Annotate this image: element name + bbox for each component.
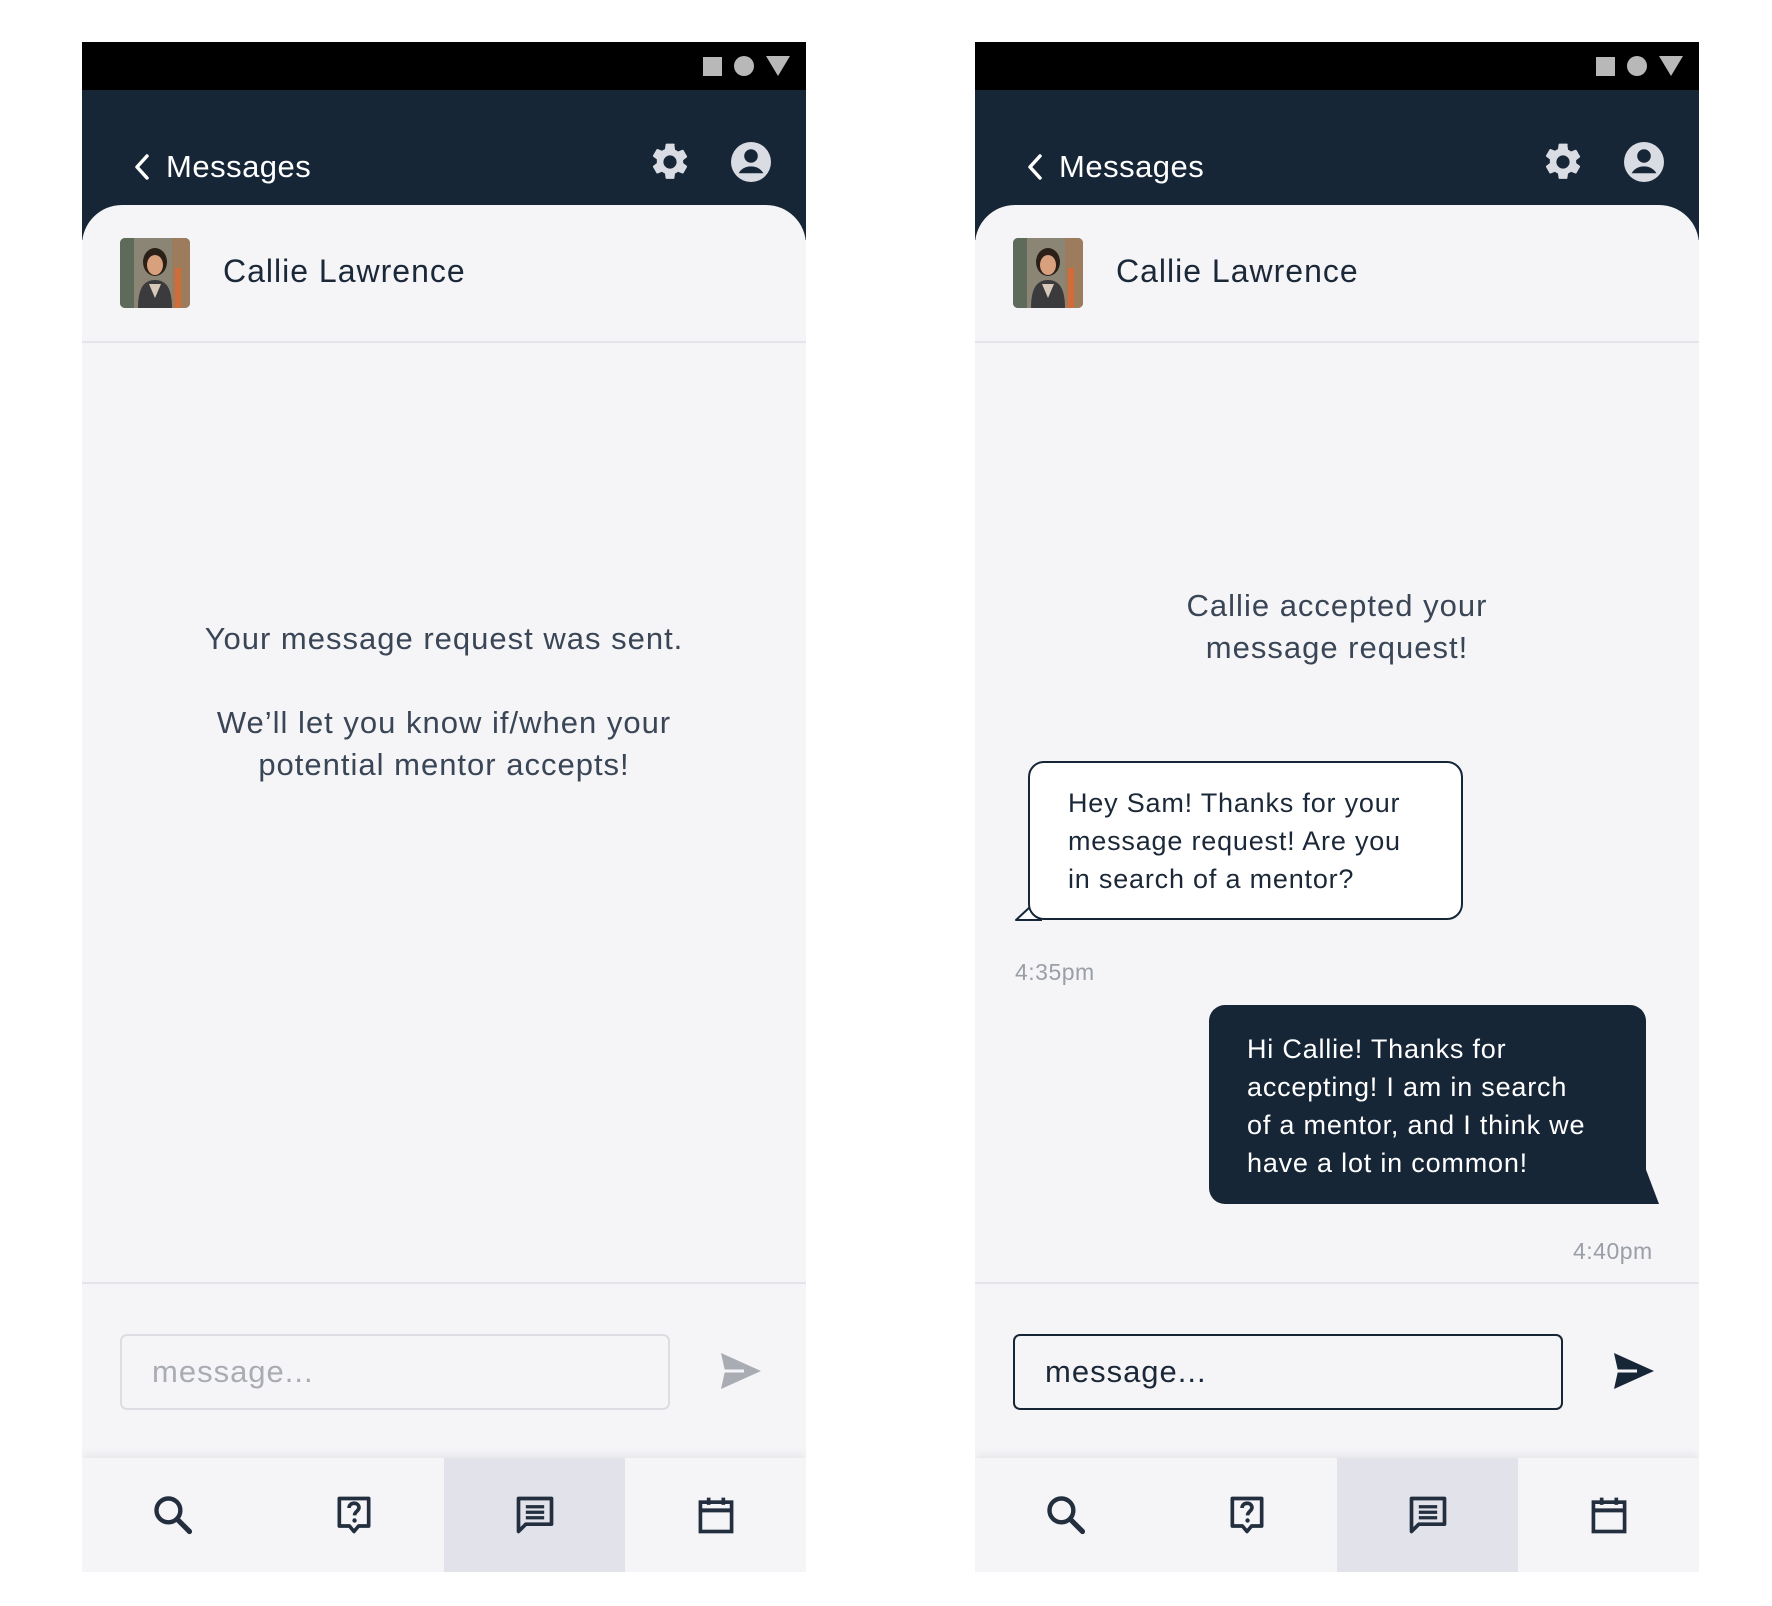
gear-icon[interactable] <box>648 140 692 184</box>
message-line: have a lot in common! <box>1247 1148 1528 1178</box>
search-icon <box>1046 1496 1085 1535</box>
status-icons <box>1596 56 1683 76</box>
tab-messages[interactable] <box>1337 1458 1518 1572</box>
incoming-message-bubble: Hey Sam! Thanks for your message request… <box>1028 761 1463 920</box>
avatar-photo <box>120 238 190 308</box>
notice-line: message request! <box>1205 630 1469 665</box>
notice-line: Your message request was sent. <box>204 621 684 656</box>
tab-calendar[interactable] <box>625 1458 806 1572</box>
notice-line: Callie accepted your <box>1186 588 1488 623</box>
message-icon <box>516 1496 553 1534</box>
help-bubble-icon <box>1230 1496 1263 1534</box>
back-button[interactable]: Messages <box>1025 149 1205 184</box>
phone-screen-request-accepted: Messages Callie Lawrence Callie accepted… <box>975 42 1699 1572</box>
tab-help[interactable] <box>263 1458 444 1572</box>
message-composer <box>82 1282 806 1460</box>
help-bubble-icon <box>337 1496 370 1534</box>
send-icon[interactable] <box>720 1352 762 1390</box>
chevron-left-icon <box>135 154 149 180</box>
tab-help[interactable] <box>1156 1458 1337 1572</box>
tab-search[interactable] <box>82 1458 263 1572</box>
bottom-tab-bar <box>82 1458 806 1572</box>
request-sent-notice: Your message request was sent. We’ll let… <box>122 618 766 786</box>
search-icon <box>153 1496 192 1535</box>
circle-icon <box>734 56 754 76</box>
header-title: Messages <box>166 149 312 184</box>
tab-calendar[interactable] <box>1518 1458 1699 1572</box>
phone-screen-request-sent: Messages Callie Lawrence Your message re… <box>82 42 806 1572</box>
contact-row[interactable]: Callie Lawrence <box>82 205 806 343</box>
message-input[interactable] <box>1013 1334 1563 1410</box>
contact-row[interactable]: Callie Lawrence <box>975 205 1699 343</box>
message-composer <box>975 1282 1699 1460</box>
message-icon <box>1409 1496 1446 1534</box>
calendar-icon <box>698 1497 733 1534</box>
avatar-photo <box>1013 238 1083 308</box>
circle-icon <box>1627 56 1647 76</box>
notice-line: potential mentor accepts! <box>258 747 630 782</box>
notice-line: We’ll let you know if/when your <box>216 705 672 740</box>
message-line: in search of a mentor? <box>1068 864 1355 894</box>
message-line: message request! Are you <box>1068 826 1401 856</box>
contact-name: Callie Lawrence <box>223 253 466 289</box>
avatar <box>120 238 190 308</box>
square-icon <box>703 56 722 76</box>
message-timestamp: 4:35pm <box>1015 959 1095 985</box>
back-button[interactable]: Messages <box>132 149 312 184</box>
account-circle-icon[interactable] <box>1620 138 1668 186</box>
message-timestamp: 4:40pm <box>1573 1238 1653 1264</box>
gear-icon[interactable] <box>1541 140 1585 184</box>
message-line: of a mentor, and I think we <box>1247 1110 1586 1140</box>
outgoing-message-bubble: Hi Callie! Thanks for accepting! I am in… <box>1209 1005 1646 1204</box>
send-icon[interactable] <box>1613 1352 1655 1390</box>
status-bar <box>82 42 806 90</box>
square-icon <box>1596 56 1615 76</box>
tab-messages[interactable] <box>444 1458 625 1572</box>
message-line: Hey Sam! Thanks for your <box>1068 788 1401 818</box>
message-input[interactable] <box>120 1334 670 1410</box>
contact-name: Callie Lawrence <box>1116 253 1359 289</box>
chevron-left-icon <box>1028 154 1042 180</box>
request-accepted-notice: Callie accepted your message request! <box>1015 585 1659 669</box>
header-title: Messages <box>1059 149 1205 184</box>
status-bar <box>975 42 1699 90</box>
message-line: accepting! I am in search <box>1247 1072 1568 1102</box>
status-icons <box>703 56 790 76</box>
triangle-icon <box>766 56 790 76</box>
account-circle-icon[interactable] <box>727 138 775 186</box>
triangle-icon <box>1659 56 1683 76</box>
calendar-icon <box>1591 1497 1626 1534</box>
bottom-tab-bar <box>975 1458 1699 1572</box>
message-line: Hi Callie! Thanks for <box>1247 1034 1507 1064</box>
tab-search[interactable] <box>975 1458 1156 1572</box>
avatar <box>1013 238 1083 308</box>
